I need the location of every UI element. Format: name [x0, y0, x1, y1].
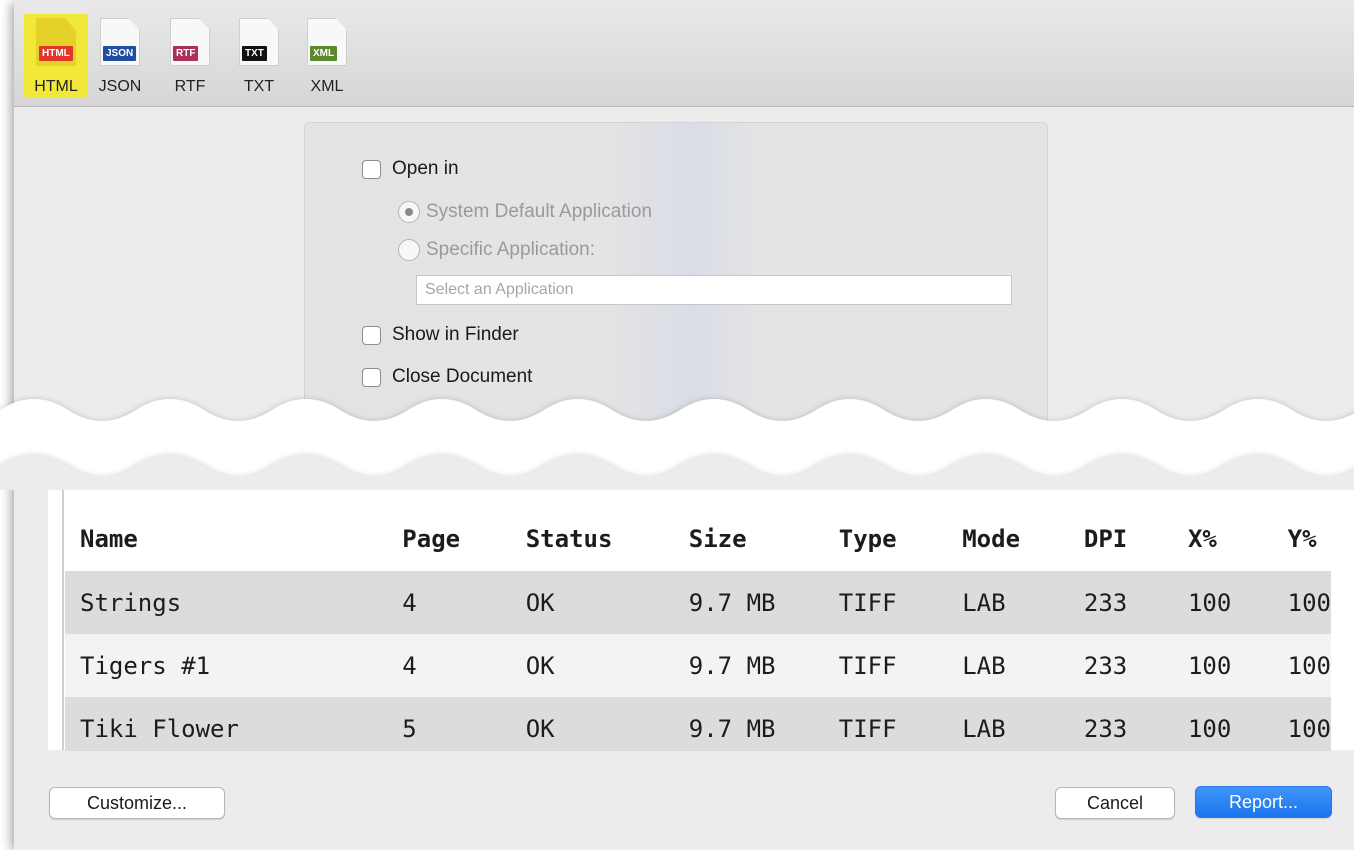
- cell-x-percent: 100: [1172, 571, 1273, 634]
- show-in-finder-label: Show in Finder: [392, 324, 519, 345]
- format-rtf-button[interactable]: RTF RTF: [158, 14, 222, 98]
- column-header-x-percent[interactable]: X%: [1173, 507, 1273, 571]
- cell-y-percent: 100: [1272, 697, 1331, 751]
- report-table-viewport: Name Page Status Size Type Mode DPI X% Y…: [60, 507, 1340, 751]
- system-default-radio[interactable]: [398, 201, 420, 223]
- rtf-file-tag: RTF: [173, 46, 199, 61]
- tear-fill: [0, 480, 1354, 490]
- torn-edge-divider: [0, 399, 1354, 490]
- open-in-option[interactable]: Open in: [362, 158, 459, 180]
- cell-x-percent: 100: [1172, 634, 1273, 697]
- cell-page: 5: [387, 697, 511, 751]
- cell-size: 9.7 MB: [673, 634, 824, 697]
- xml-file-icon: XML: [307, 18, 347, 66]
- format-html-label: HTML: [34, 78, 78, 95]
- table-header-row: Name Page Status Size Type Mode DPI X% Y…: [65, 507, 1331, 571]
- cell-type: TIFF: [823, 571, 948, 634]
- table-row[interactable]: Strings 4 OK 9.7 MB TIFF LAB 233 100 100: [65, 571, 1331, 634]
- cell-dpi: 233: [1068, 697, 1173, 751]
- cell-name: Tiki Flower: [65, 697, 388, 751]
- column-header-size[interactable]: Size: [674, 507, 824, 571]
- column-header-page[interactable]: Page: [387, 507, 510, 571]
- column-header-mode[interactable]: Mode: [947, 507, 1069, 571]
- cell-mode: LAB: [947, 697, 1069, 751]
- cell-y-percent: 100: [1272, 634, 1331, 697]
- cell-size: 9.7 MB: [673, 697, 824, 751]
- open-in-checkbox[interactable]: [362, 159, 381, 179]
- rtf-file-icon: RTF: [170, 18, 210, 66]
- cell-page: 4: [387, 634, 511, 697]
- format-json-button[interactable]: JSON JSON: [88, 14, 152, 98]
- select-application-field[interactable]: Select an Application: [416, 275, 1012, 305]
- cell-name: Strings: [65, 571, 388, 634]
- table-row[interactable]: Tigers #1 4 OK 9.7 MB TIFF LAB 233 100 1…: [65, 634, 1331, 697]
- cell-mode: LAB: [947, 634, 1069, 697]
- cell-y-percent: 100: [1272, 571, 1331, 634]
- format-toolbar: HTML HTML JSON JSON RTF RTF TXT TXT XML: [14, 0, 1354, 107]
- radio-selected-dot: [405, 208, 413, 216]
- open-in-label: Open in: [392, 158, 459, 179]
- cell-dpi: 233: [1068, 634, 1173, 697]
- specific-application-radio[interactable]: [398, 239, 420, 261]
- report-table: Name Page Status Size Type Mode DPI X% Y…: [65, 507, 1331, 751]
- format-txt-button[interactable]: TXT TXT: [227, 14, 291, 98]
- html-file-tag: HTML: [39, 46, 73, 61]
- cell-name: Tigers #1: [65, 634, 388, 697]
- format-html-button[interactable]: HTML HTML: [24, 14, 88, 98]
- cell-x-percent: 100: [1172, 697, 1273, 751]
- show-in-finder-option[interactable]: Show in Finder: [362, 324, 519, 346]
- cell-dpi: 233: [1068, 571, 1173, 634]
- system-default-label: System Default Application: [426, 201, 653, 222]
- specific-application-option[interactable]: Specific Application:: [398, 239, 595, 261]
- json-file-icon: JSON: [100, 18, 140, 66]
- specific-application-label: Specific Application:: [426, 239, 595, 260]
- cell-status: OK: [510, 571, 674, 634]
- format-rtf-label: RTF: [174, 78, 206, 95]
- cell-type: TIFF: [823, 634, 948, 697]
- column-header-y-percent[interactable]: Y%: [1273, 507, 1331, 571]
- cell-page: 4: [387, 571, 511, 634]
- format-txt-label: TXT: [243, 78, 275, 95]
- html-file-icon: HTML: [36, 18, 76, 66]
- cell-status: OK: [510, 634, 674, 697]
- cell-mode: LAB: [947, 571, 1069, 634]
- txt-file-tag: TXT: [242, 46, 267, 61]
- report-button[interactable]: Report...: [1195, 786, 1332, 818]
- show-in-finder-checkbox[interactable]: [362, 325, 381, 345]
- column-header-dpi[interactable]: DPI: [1069, 507, 1173, 571]
- column-header-type[interactable]: Type: [824, 507, 947, 571]
- json-file-tag: JSON: [103, 46, 137, 61]
- format-xml-label: XML: [310, 78, 344, 95]
- format-json-label: JSON: [98, 78, 142, 95]
- system-default-option[interactable]: System Default Application: [398, 201, 652, 223]
- column-header-name[interactable]: Name: [65, 507, 387, 571]
- cell-size: 9.7 MB: [673, 571, 824, 634]
- cell-type: TIFF: [823, 697, 948, 751]
- table-row[interactable]: Tiki Flower 5 OK 9.7 MB TIFF LAB 233 100…: [65, 697, 1331, 751]
- format-xml-button[interactable]: XML XML: [295, 14, 359, 98]
- column-header-status[interactable]: Status: [511, 507, 674, 571]
- customize-button[interactable]: Customize...: [49, 787, 225, 819]
- txt-file-icon: TXT: [239, 18, 279, 66]
- xml-file-tag: XML: [310, 46, 338, 61]
- cancel-button[interactable]: Cancel: [1055, 787, 1175, 819]
- cell-status: OK: [510, 697, 674, 751]
